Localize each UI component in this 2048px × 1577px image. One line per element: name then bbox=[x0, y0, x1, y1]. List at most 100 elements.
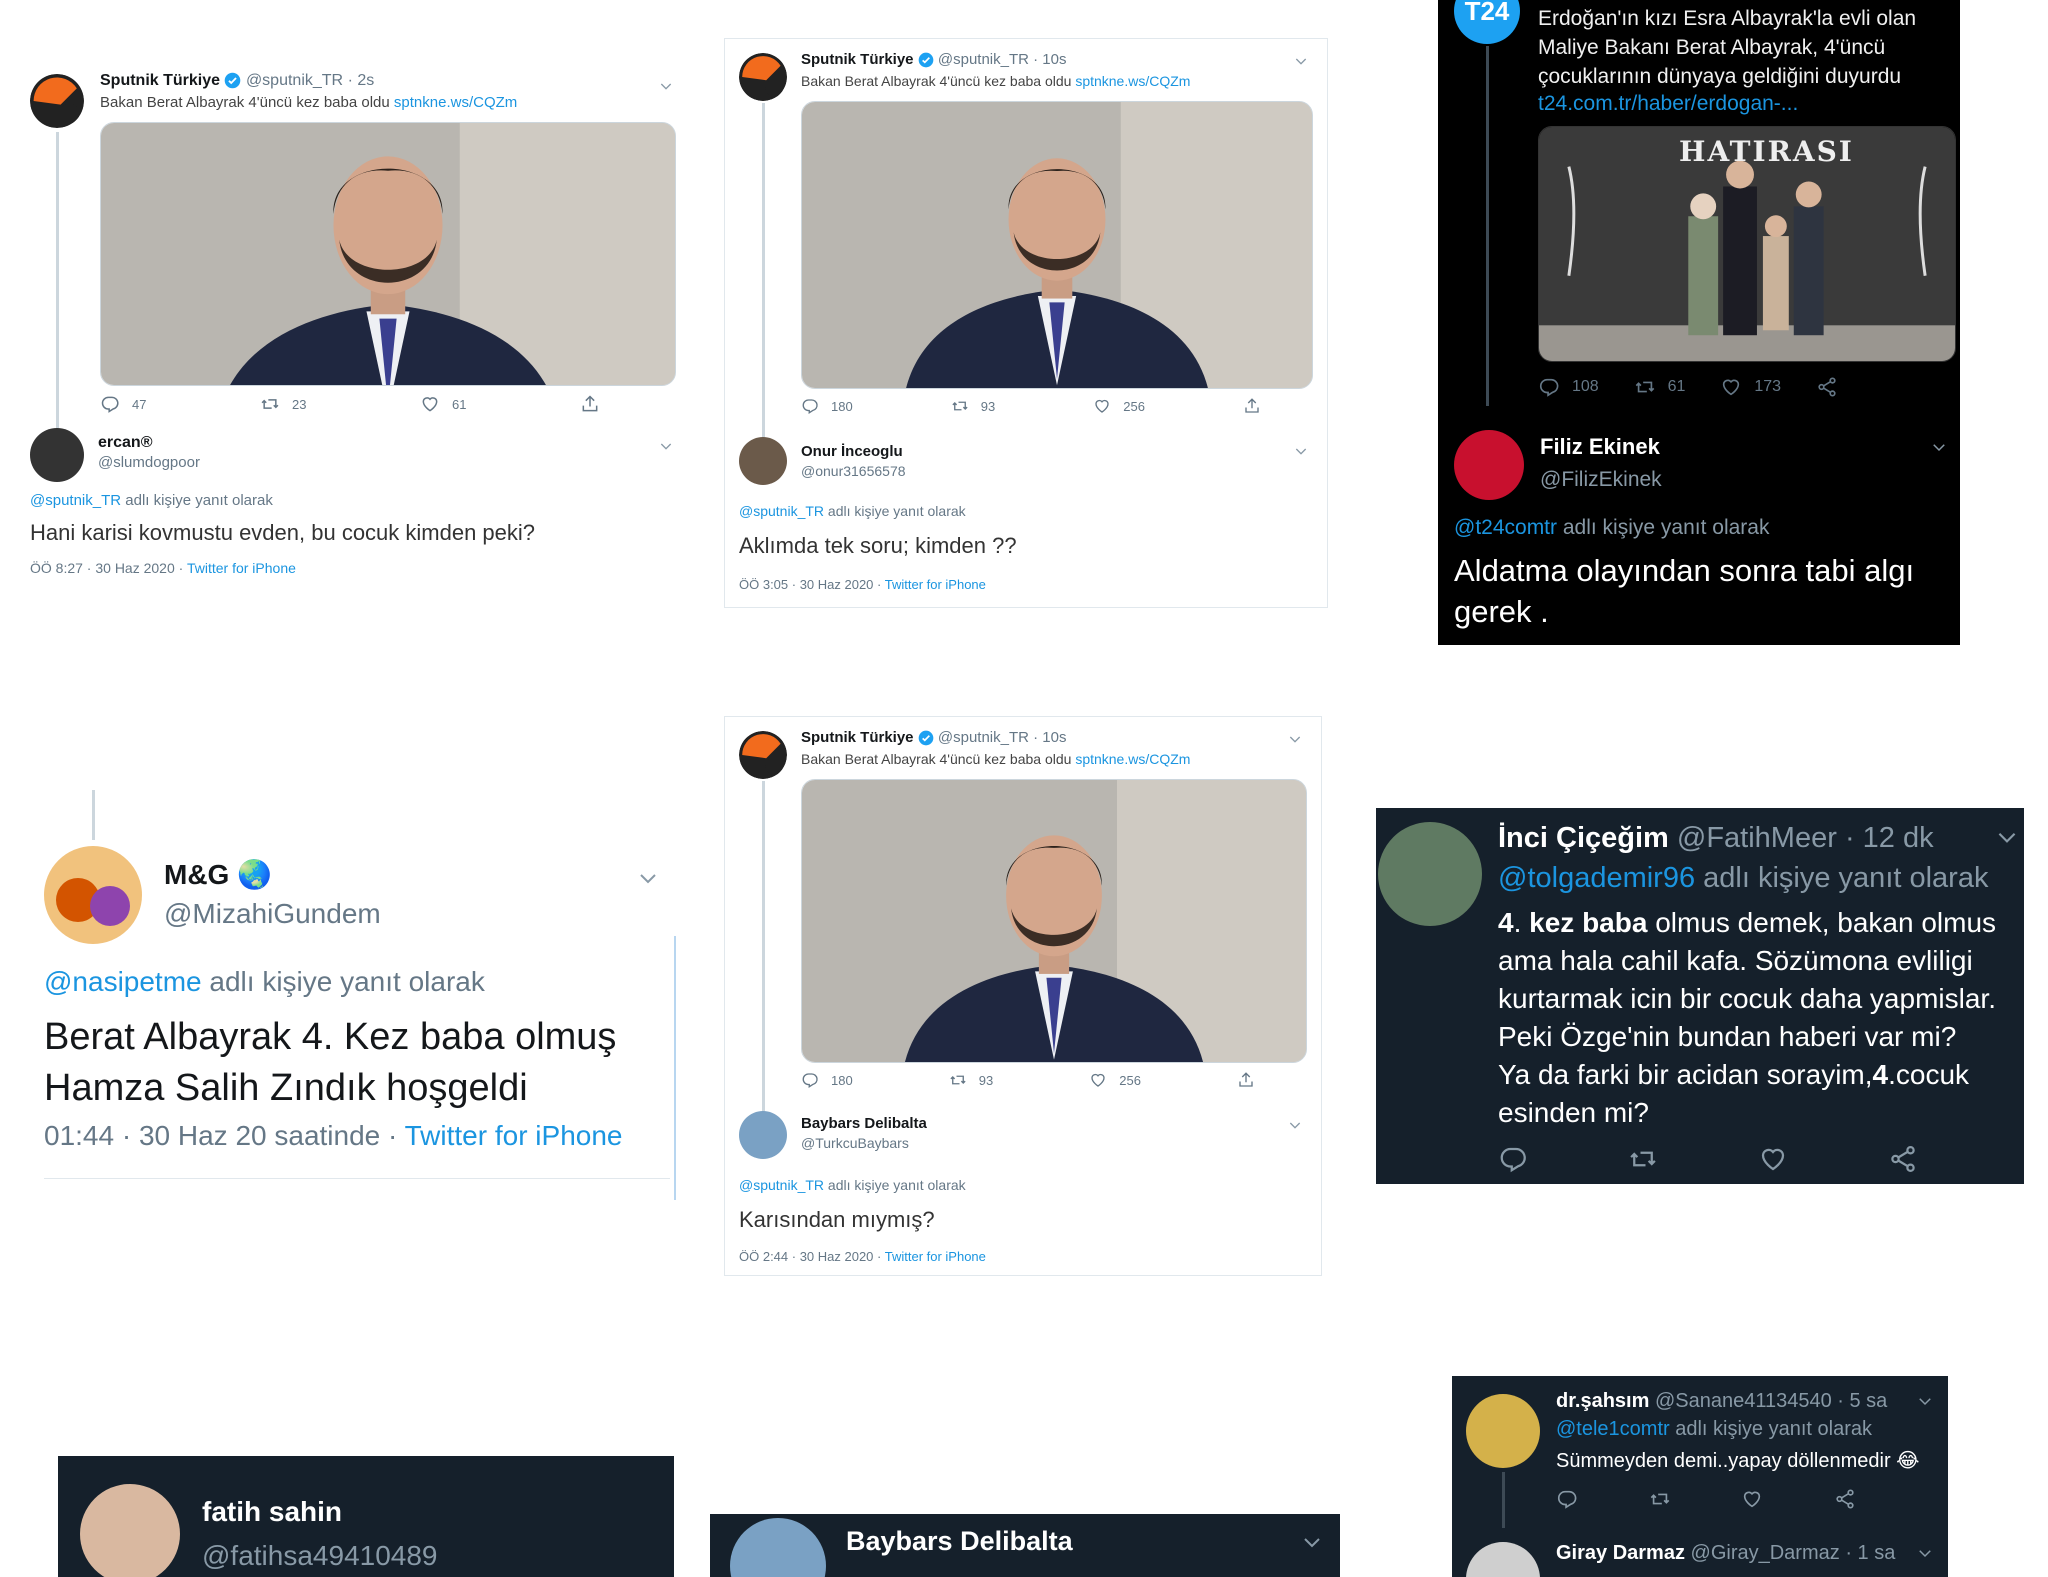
tweet-client[interactable]: Twitter for iPhone bbox=[405, 1120, 623, 1151]
reply-button[interactable]: 180 bbox=[801, 1071, 853, 1089]
reply-mention[interactable]: @tolgademir96 bbox=[1498, 862, 1695, 894]
tweet-photo[interactable]: HATIRASI bbox=[1538, 126, 1956, 362]
author-name[interactable]: Baybars Delibalta bbox=[846, 1526, 1073, 1557]
reply-button[interactable]: 47 bbox=[100, 394, 146, 414]
reply-button[interactable]: 180 bbox=[801, 397, 853, 415]
tweet-link[interactable]: sptnkne.ws/CQZm bbox=[1075, 751, 1190, 767]
reply-author-handle[interactable]: @Giray_Darmaz bbox=[1691, 1542, 1840, 1564]
reply-mention[interactable]: @t24comtr bbox=[1454, 516, 1557, 539]
user-avatar[interactable] bbox=[80, 1484, 180, 1577]
like-button[interactable]: 173 bbox=[1720, 376, 1781, 398]
author-name[interactable]: fatih sahin bbox=[202, 1496, 342, 1528]
reply-author-name[interactable]: Giray Darmaz bbox=[1556, 1542, 1685, 1564]
share-button[interactable] bbox=[1237, 1071, 1255, 1089]
chevron-down-icon[interactable] bbox=[1293, 443, 1309, 459]
author-name[interactable]: Sputnik Türkiye bbox=[801, 51, 914, 68]
reply-mention[interactable]: @sputnik_TR bbox=[739, 503, 824, 519]
share-button[interactable] bbox=[1816, 376, 1838, 398]
reply-author-handle[interactable]: @TurkcuBaybars bbox=[801, 1135, 909, 1151]
reply-timestamp: ÖÖ 8:27 · 30 Haz 2020 · bbox=[30, 560, 187, 576]
tweet-photo[interactable] bbox=[100, 122, 676, 386]
author-handle[interactable]: @sputnik_TR bbox=[938, 51, 1029, 68]
line-1-rest: olmus demek, bakan olmus bbox=[1647, 907, 1997, 938]
reply-client[interactable]: Twitter for iPhone bbox=[187, 560, 296, 576]
author-handle[interactable]: @FatihMeer bbox=[1677, 822, 1837, 854]
chevron-down-icon[interactable] bbox=[636, 866, 660, 890]
sputnik-avatar[interactable] bbox=[30, 74, 84, 128]
t24-avatar[interactable]: T24 bbox=[1454, 0, 1520, 44]
sputnik-avatar[interactable] bbox=[739, 53, 787, 101]
reply-author-name[interactable]: ercan® bbox=[98, 434, 152, 452]
reply-mention[interactable]: @nasipetme bbox=[44, 966, 202, 997]
reply-author-name[interactable]: Onur İnceoglu bbox=[801, 443, 903, 460]
tweet-link[interactable]: t24.com.tr/haber/erdogan-... bbox=[1538, 92, 1798, 116]
chevron-down-icon[interactable] bbox=[1293, 53, 1309, 69]
chevron-down-icon[interactable] bbox=[1300, 1530, 1324, 1554]
user-avatar[interactable] bbox=[730, 1518, 826, 1577]
tweet-card-baybars: Baybars Delibalta bbox=[710, 1514, 1340, 1577]
chevron-down-icon[interactable] bbox=[658, 438, 674, 454]
like-button[interactable]: 256 bbox=[1089, 1071, 1141, 1089]
reply-icon[interactable] bbox=[1556, 1488, 1578, 1510]
retweet-button[interactable]: 93 bbox=[949, 1071, 993, 1089]
chevron-down-icon[interactable] bbox=[658, 78, 674, 94]
chevron-down-icon[interactable] bbox=[1930, 438, 1948, 456]
user-avatar[interactable] bbox=[1378, 822, 1482, 926]
reply-count: 180 bbox=[831, 398, 853, 414]
author-handle[interactable]: @fatihsa49410489 bbox=[202, 1540, 438, 1572]
like-button[interactable]: 256 bbox=[1093, 397, 1145, 415]
user-avatar[interactable] bbox=[1466, 1542, 1540, 1577]
heart-icon[interactable] bbox=[1741, 1488, 1763, 1510]
chevron-down-icon[interactable] bbox=[1287, 1117, 1303, 1133]
user-avatar[interactable] bbox=[739, 437, 787, 485]
like-button[interactable]: 61 bbox=[420, 394, 466, 414]
reply-author-name[interactable]: dr.şahsım bbox=[1556, 1390, 1649, 1412]
reply-author-handle[interactable]: @Sanane41134540 bbox=[1655, 1390, 1832, 1412]
reply-mention[interactable]: @sputnik_TR bbox=[739, 1177, 824, 1193]
user-avatar[interactable] bbox=[1466, 1394, 1540, 1468]
reply-icon[interactable] bbox=[1498, 1144, 1528, 1174]
tweet-photo[interactable] bbox=[801, 101, 1313, 389]
user-avatar[interactable] bbox=[44, 846, 142, 944]
share-button[interactable] bbox=[580, 394, 600, 414]
author-name[interactable]: Sputnik Türkiye bbox=[100, 72, 220, 89]
heart-icon[interactable] bbox=[1758, 1144, 1788, 1174]
reply-author-name[interactable]: Baybars Delibalta bbox=[801, 1115, 927, 1132]
author-handle[interactable]: @sputnik_TR bbox=[938, 729, 1029, 746]
sputnik-avatar[interactable] bbox=[739, 731, 787, 779]
reply-client[interactable]: Twitter for iPhone bbox=[885, 1249, 986, 1264]
reply-author-handle[interactable]: @onur31656578 bbox=[801, 463, 906, 479]
tweet-link[interactable]: sptnkne.ws/CQZm bbox=[1075, 73, 1190, 89]
reply-author-name[interactable]: Filiz Ekinek bbox=[1540, 434, 1660, 460]
retweet-button[interactable]: 23 bbox=[260, 394, 306, 414]
retweet-button[interactable]: 61 bbox=[1634, 376, 1685, 398]
author-handle[interactable]: @MizahiGundem bbox=[164, 898, 381, 930]
reply-author-handle[interactable]: @slumdogpoor bbox=[98, 454, 200, 471]
tweet-link[interactable]: sptnkne.ws/CQZm bbox=[394, 94, 517, 111]
reply-author-handle[interactable]: @FilizEkinek bbox=[1540, 468, 1662, 492]
share-button[interactable] bbox=[1243, 397, 1261, 415]
chevron-down-icon[interactable] bbox=[1916, 1392, 1934, 1410]
author-name[interactable]: İnci Çiçeğim bbox=[1498, 822, 1669, 854]
user-avatar[interactable] bbox=[739, 1111, 787, 1159]
author-name[interactable]: M&G 🌏 bbox=[164, 858, 272, 891]
chevron-down-icon[interactable] bbox=[1994, 824, 2020, 850]
share-icon[interactable] bbox=[1834, 1488, 1856, 1510]
chevron-down-icon[interactable] bbox=[1916, 1544, 1934, 1562]
user-avatar[interactable] bbox=[30, 428, 84, 482]
reply-text: Sümmeyden demi..yapay döllenmedir 😂 bbox=[1556, 1450, 1920, 1472]
author-name[interactable]: Sputnik Türkiye bbox=[801, 729, 914, 746]
reply-client[interactable]: Twitter for iPhone bbox=[885, 577, 986, 592]
user-avatar[interactable] bbox=[1454, 430, 1524, 500]
share-icon[interactable] bbox=[1888, 1144, 1918, 1174]
retweet-icon[interactable] bbox=[1628, 1144, 1658, 1174]
reply-mention[interactable]: @tele1comtr bbox=[1556, 1418, 1670, 1440]
tweet-photo[interactable] bbox=[801, 779, 1307, 1063]
reply-mention[interactable]: @sputnik_TR bbox=[30, 492, 121, 509]
reply-button[interactable]: 108 bbox=[1538, 376, 1599, 398]
author-handle[interactable]: @sputnik_TR bbox=[246, 72, 343, 89]
retweet-icon[interactable] bbox=[1649, 1488, 1671, 1510]
retweet-button[interactable]: 93 bbox=[951, 397, 995, 415]
retweet-icon bbox=[260, 394, 280, 414]
chevron-down-icon[interactable] bbox=[1287, 731, 1303, 747]
